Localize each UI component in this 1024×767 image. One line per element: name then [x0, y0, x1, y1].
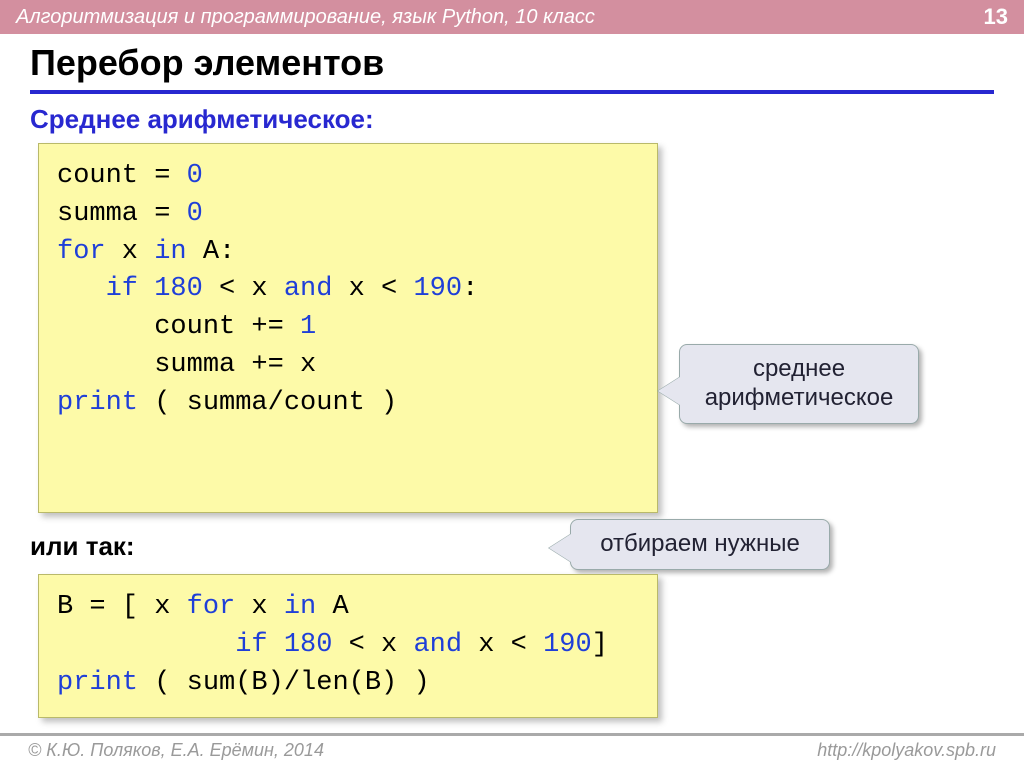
code-keyword: in	[154, 237, 186, 267]
code-text	[268, 630, 284, 660]
code-text: < x	[203, 274, 284, 304]
code-keyword: if	[106, 274, 138, 304]
slide-title: Перебор элементов	[0, 34, 1024, 84]
code-text: :	[462, 274, 478, 304]
course-title: Алгоритмизация и программирование, язык …	[16, 6, 595, 29]
code-text	[57, 630, 235, 660]
code-text: =	[138, 199, 187, 229]
avg-heading: Среднее арифметическое:	[30, 104, 994, 135]
code-number: 180	[284, 630, 333, 660]
code-number: 0	[187, 199, 203, 229]
or-heading: или так:	[30, 531, 994, 562]
code-keyword: in	[284, 592, 316, 622]
code-text: ( summa/count )	[138, 388, 397, 418]
code-text: A:	[187, 237, 236, 267]
callout-text: отбираем нужные	[600, 530, 800, 557]
code-number: 180	[154, 274, 203, 304]
header-bar: Алгоритмизация и программирование, язык …	[0, 0, 1024, 34]
code-number: 190	[543, 630, 592, 660]
code-text: x <	[332, 274, 413, 304]
footer-left: © К.Ю. Поляков, Е.А. Ерёмин, 2014	[28, 740, 324, 761]
code-text: < x	[332, 630, 413, 660]
code-block-1: count = 0 summa = 0 for x in A: if 180 <…	[38, 143, 658, 513]
code-text: A	[316, 592, 348, 622]
code-text: count	[57, 161, 138, 191]
code-text	[138, 274, 154, 304]
code-text: ]	[592, 630, 608, 660]
code-keyword: and	[284, 274, 333, 304]
code-block-2: B = [ x for x in A if 180 < x and x < 19…	[38, 574, 658, 717]
code-keyword: for	[187, 592, 236, 622]
code-keyword: for	[57, 237, 106, 267]
code-keyword: if	[235, 630, 267, 660]
page-number: 13	[984, 4, 1008, 30]
code-keyword: print	[57, 668, 138, 698]
code-keyword: print	[57, 388, 138, 418]
code-text: B = [ x	[57, 592, 187, 622]
code-text: count +=	[57, 312, 300, 342]
code-text: =	[138, 161, 187, 191]
callout-average: среднее арифметическое	[679, 344, 919, 424]
code-text: x <	[462, 630, 543, 660]
slide: Алгоритмизация и программирование, язык …	[0, 0, 1024, 767]
footer-right: http://kpolyakov.spb.ru	[817, 740, 996, 761]
code-text: summa	[57, 199, 138, 229]
content-area: Среднее арифметическое: count = 0 summa …	[0, 104, 1024, 718]
code-number: 190	[413, 274, 462, 304]
code-text: x	[235, 592, 284, 622]
code-number: 0	[187, 161, 203, 191]
callout-tail-icon	[658, 377, 680, 405]
callout-filter: отбираем нужные	[570, 519, 830, 570]
code-number: 1	[300, 312, 316, 342]
footer: © К.Ю. Поляков, Е.А. Ерёмин, 2014 http:/…	[0, 733, 1024, 767]
title-underline	[30, 90, 994, 94]
code-keyword: and	[413, 630, 462, 660]
code-text: summa += x	[57, 350, 316, 380]
row-or: или так: отбираем нужные	[30, 531, 994, 562]
code-text: x	[106, 237, 155, 267]
code-text: ( sum(B)/len(B) )	[138, 668, 430, 698]
code-text	[57, 274, 106, 304]
callout-tail-icon	[549, 534, 571, 562]
callout-text: среднее арифметическое	[705, 355, 894, 411]
